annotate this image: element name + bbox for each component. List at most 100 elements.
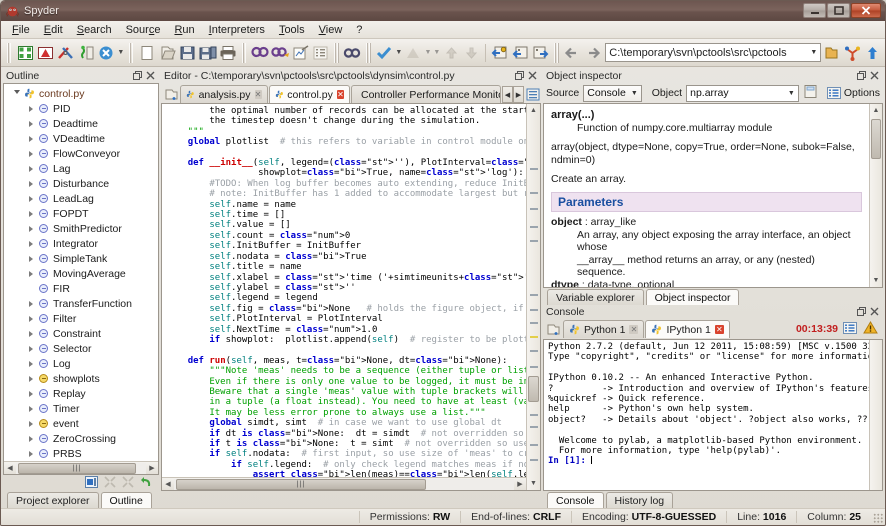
find-replace-icon[interactable]	[271, 42, 290, 64]
object-input[interactable]: np.array ▼	[686, 85, 799, 102]
expander-icon[interactable]	[24, 151, 37, 157]
editor-hscrollbar[interactable]: ◀ ||| ▶	[162, 477, 526, 490]
toolbar-grip[interactable]	[7, 43, 11, 63]
outline-tree[interactable]: control.pyPIDDeadtimeVDeadtimeFlowConvey…	[4, 84, 158, 461]
save-all-icon[interactable]	[198, 42, 217, 64]
toolbar-grip-3[interactable]	[242, 43, 246, 63]
expander-icon[interactable]	[24, 376, 37, 382]
print-icon[interactable]	[218, 42, 237, 64]
step-up-icon[interactable]	[442, 42, 461, 64]
console-warning-icon[interactable]	[863, 321, 883, 337]
debug-step-out-icon[interactable]	[531, 42, 550, 64]
back-icon[interactable]	[563, 42, 582, 64]
python-path-icon[interactable]	[843, 42, 862, 64]
tab-scroll-left-icon[interactable]: ◀	[502, 86, 513, 103]
editor-hscroll-track[interactable]: |||	[174, 479, 514, 490]
console-tab-python1[interactable]: Python 1 ✕	[563, 320, 644, 338]
find-icon[interactable]	[250, 42, 269, 64]
chevron-down-icon[interactable]: ▼	[788, 90, 795, 97]
outline-item-integrator[interactable]: Integrator	[4, 236, 158, 251]
restore-icon[interactable]	[140, 476, 153, 491]
console-output-area[interactable]: Python 2.7.2 (default, Jun 12 2011, 15:0…	[543, 339, 883, 491]
outline-item-log[interactable]: Log	[4, 356, 158, 371]
editor-scroll-right-icon[interactable]: ▶	[514, 480, 526, 488]
outline-item-deadtime[interactable]: Deadtime	[4, 116, 158, 131]
save-icon[interactable]	[178, 42, 197, 64]
editor-scroll-down-icon[interactable]: ▼	[527, 477, 540, 490]
step-down-icon[interactable]	[462, 42, 481, 64]
toolbar-grip-6[interactable]	[554, 43, 558, 63]
code-editor[interactable]: the optimal number of records can be all…	[161, 103, 541, 491]
scroll-right-icon[interactable]: ▶	[146, 464, 158, 472]
tab-console[interactable]: Console	[547, 492, 604, 508]
editor-hscroll-thumb[interactable]: |||	[176, 479, 426, 490]
extra-dropdown-icon[interactable]: ▼	[433, 42, 441, 64]
debug-step-in-icon[interactable]	[511, 42, 530, 64]
minimize-button[interactable]	[803, 3, 826, 18]
editor-tab-control-close-icon[interactable]: ✕	[337, 90, 344, 99]
outline-hscrollbar[interactable]: ◀ ||| ▶	[4, 461, 158, 474]
console-browse-icon[interactable]	[545, 321, 563, 338]
chevron-down-icon[interactable]: ▼	[631, 90, 638, 97]
tab-scroll-right-icon[interactable]: ▶	[513, 86, 524, 103]
outline-item-disturbance[interactable]: Disturbance	[4, 176, 158, 191]
inspector-options-icon[interactable]: Options	[827, 87, 880, 99]
outline-item-simpletank[interactable]: SimpleTank	[4, 251, 158, 266]
source-select[interactable]: Console ▼	[583, 85, 641, 102]
resize-grip-icon[interactable]	[873, 513, 883, 523]
menu-search[interactable]: Search	[70, 22, 119, 38]
profile-dropdown-icon[interactable]: ▼	[424, 42, 432, 64]
menu-edit[interactable]: Edit	[37, 22, 70, 38]
outline-item-control-py[interactable]: control.py	[4, 86, 158, 101]
check-icon[interactable]	[375, 42, 394, 64]
console-tab-ipython1-close-icon[interactable]: ✕	[715, 325, 724, 334]
console-text[interactable]: Python 2.7.2 (default, Jun 12 2011, 15:0…	[544, 340, 869, 490]
expander-icon[interactable]	[24, 391, 37, 397]
console-tab-python1-close-icon[interactable]: ✕	[629, 325, 638, 334]
find-next-icon[interactable]	[343, 42, 362, 64]
editor-undock-icon[interactable]	[515, 71, 524, 82]
expander-icon[interactable]	[24, 166, 37, 172]
outline-item-pid[interactable]: PID	[4, 101, 158, 116]
outline-item-event[interactable]: event	[4, 416, 158, 431]
editor-tab-analysis-close-icon[interactable]: ✕	[255, 90, 262, 99]
up-icon[interactable]	[863, 42, 882, 64]
collapse-all-icon[interactable]	[104, 476, 116, 491]
chevron-down-icon[interactable]: ▼	[806, 49, 817, 56]
expander-icon[interactable]	[24, 256, 37, 262]
expander-icon[interactable]	[24, 421, 37, 427]
open-file-icon[interactable]	[158, 42, 177, 64]
install-icon[interactable]	[76, 42, 95, 64]
menu-view[interactable]: View	[312, 22, 350, 38]
expander-icon[interactable]	[24, 241, 37, 247]
expander-icon[interactable]	[24, 436, 37, 442]
inspector-copy-icon[interactable]	[803, 84, 818, 102]
editor-vscroll-thumb[interactable]	[528, 376, 539, 402]
outline-item-flowconveyor[interactable]: FlowConveyor	[4, 146, 158, 161]
line-numbers-icon[interactable]	[311, 42, 330, 64]
outline-item-zerocrossing[interactable]: ZeroCrossing	[4, 431, 158, 446]
expander-icon[interactable]	[24, 316, 37, 322]
outline-item-showplots[interactable]: showplots	[4, 371, 158, 386]
outline-hscroll-track[interactable]: |||	[16, 463, 146, 474]
expander-icon[interactable]	[24, 106, 37, 112]
outline-item-replay[interactable]: Replay	[4, 386, 158, 401]
toolbar-grip-4[interactable]	[334, 43, 338, 63]
debug-step-icon[interactable]	[490, 42, 509, 64]
menu-run[interactable]: Run	[167, 22, 201, 38]
outline-item-smithpredictor[interactable]: SmithPredictor	[4, 221, 158, 236]
outline-hscroll-thumb[interactable]: |||	[18, 463, 136, 474]
menu-tools[interactable]: Tools	[272, 22, 312, 38]
toolbar-grip-2[interactable]	[129, 43, 133, 63]
maximize-button[interactable]	[827, 3, 850, 18]
outline-item-filter[interactable]: Filter	[4, 311, 158, 326]
outline-item-movingaverage[interactable]: MovingAverage	[4, 266, 158, 281]
show-fullpath-icon[interactable]	[85, 476, 98, 491]
configure-icon[interactable]	[56, 42, 75, 64]
console-tab-ipython1[interactable]: IPython 1 ✕	[645, 320, 729, 338]
inspector-vscroll-thumb[interactable]	[871, 119, 881, 159]
outline-item-lag[interactable]: Lag	[4, 161, 158, 176]
outline-item-timer[interactable]: Timer	[4, 401, 158, 416]
expander-icon[interactable]	[24, 451, 37, 457]
analyze-icon[interactable]	[291, 42, 310, 64]
